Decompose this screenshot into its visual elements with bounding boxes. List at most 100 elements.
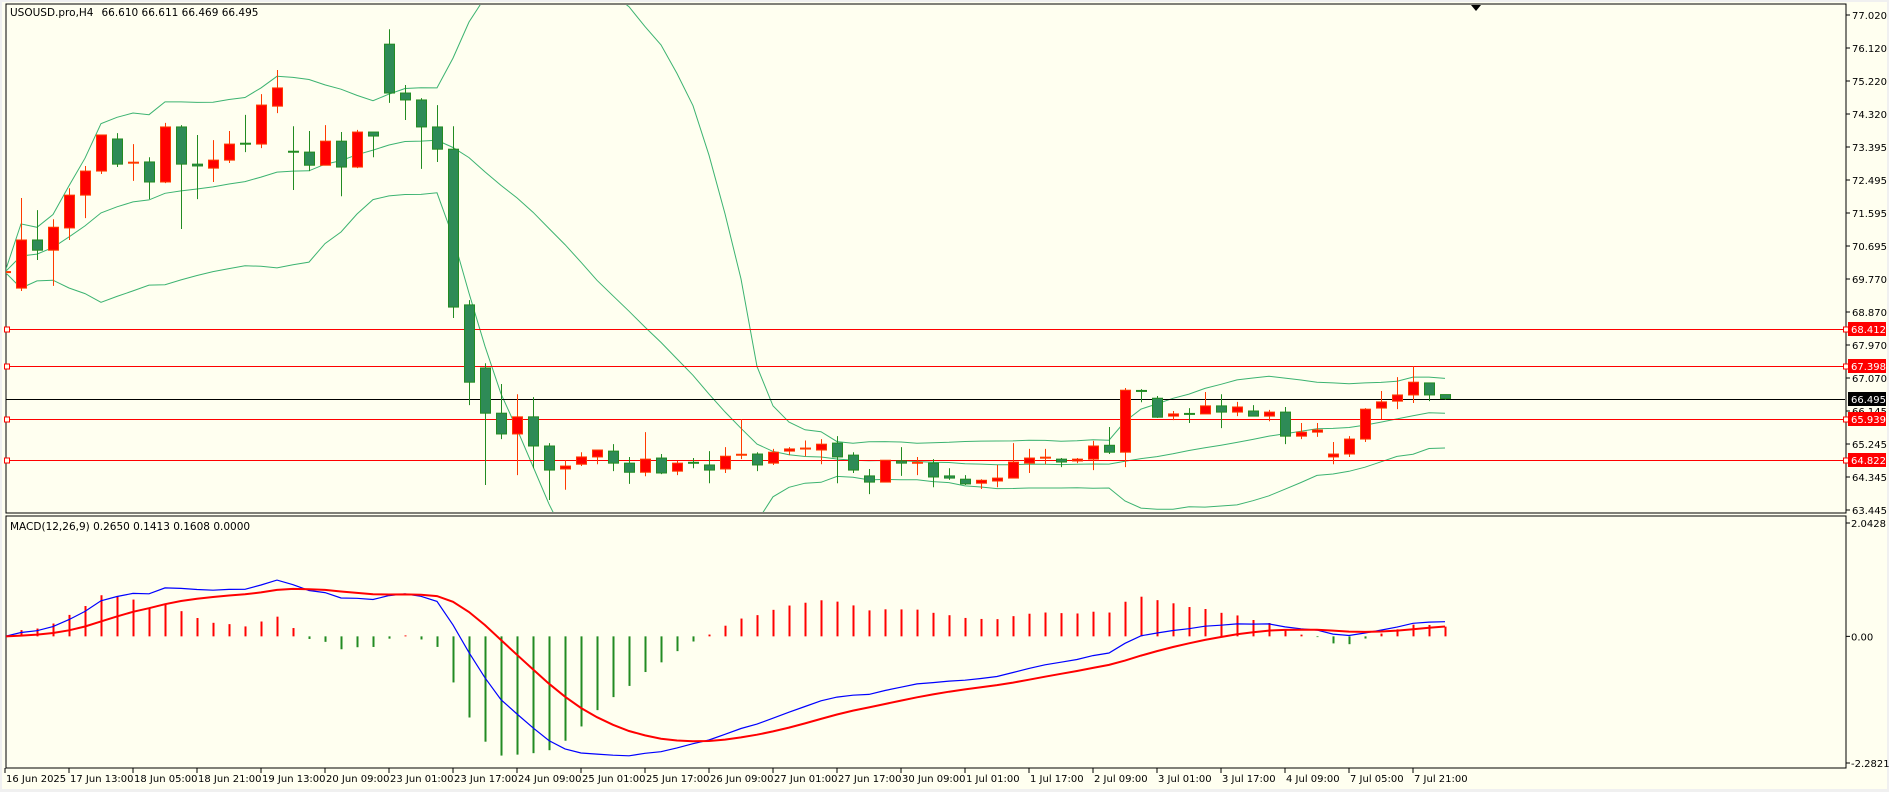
candle-body [1344, 438, 1355, 455]
candle-body [1440, 394, 1451, 400]
candle-body [1088, 445, 1099, 460]
candle-body [496, 412, 507, 435]
candle [880, 459, 891, 483]
level-handle-right[interactable] [1843, 326, 1849, 333]
candle [1360, 408, 1371, 442]
time-tick-label: 7 Jul 21:00 [1414, 774, 1468, 785]
candle-body [768, 451, 779, 464]
candle-body [640, 458, 651, 473]
time-tick-label: 20 Jun 09:00 [326, 774, 390, 785]
candle-body [928, 462, 939, 478]
candle-body [592, 449, 603, 458]
candle-body [352, 131, 363, 168]
time-tick-label: 3 Jul 17:00 [1222, 774, 1276, 785]
macd-label: MACD(12,26,9) 0.2650 0.1413 0.1608 0.000… [10, 521, 250, 533]
candle-body [976, 479, 987, 484]
price-level-label: 66.495 [1851, 395, 1886, 406]
time-tick-label: 2 Jul 09:00 [1094, 774, 1148, 785]
time-tick-label: 25 Jun 17:00 [646, 774, 710, 785]
candle-body [368, 131, 379, 137]
candle-body [896, 460, 907, 464]
candle-body [1392, 394, 1403, 402]
price-tick-label: 65.245 [1852, 440, 1887, 451]
time-tick-label: 24 Jun 09:00 [518, 774, 582, 785]
candle [352, 129, 363, 169]
time-tick-label: 26 Jun 09:00 [710, 774, 774, 785]
price-tick-label: 72.495 [1852, 176, 1887, 187]
candle-body [336, 140, 347, 168]
symbol-header: USOUSD.pro,H4 66.610 66.611 66.469 66.495 [10, 7, 258, 19]
trading-chart[interactable]: 77.020 76.120 75.220 74.320 73.395 72.495 71.5… [0, 0, 1889, 792]
candle [1440, 394, 1451, 400]
price-tick-label: 77.020 [1852, 11, 1887, 22]
candle-body [848, 454, 859, 471]
candle-body [112, 138, 123, 165]
candle-body [1296, 431, 1307, 437]
candle-body [176, 126, 187, 165]
candle-body [464, 304, 475, 383]
candle-body [576, 456, 587, 465]
candle-body [544, 445, 555, 471]
price-tick-label: 67.970 [1852, 341, 1887, 352]
time-tick-label: 7 Jul 05:00 [1350, 774, 1404, 785]
candle-body [784, 448, 795, 452]
candle-body [32, 239, 43, 251]
candle-body [1312, 429, 1323, 433]
level-handle-left[interactable] [4, 363, 10, 370]
time-tick-label: 16 Jun 2025 [6, 774, 66, 785]
candle-body [1008, 461, 1019, 479]
time-tick-label: 27 Jun 01:00 [774, 774, 838, 785]
main-pane[interactable] [5, 3, 1847, 514]
candle-body [64, 194, 75, 229]
candle-body [1216, 405, 1227, 413]
time-tick-label: 25 Jun 01:00 [582, 774, 646, 785]
candle-body [992, 477, 1003, 482]
level-handle-right[interactable] [1843, 363, 1849, 370]
candle-body [1248, 410, 1259, 417]
price-tick-label: 71.595 [1852, 209, 1887, 220]
candle [160, 122, 171, 184]
candle-body [944, 475, 955, 479]
macd-pane[interactable] [5, 515, 1847, 769]
time-tick-label: 23 Jun 01:00 [390, 774, 454, 785]
candle-body [624, 462, 635, 473]
candle-body [960, 478, 971, 485]
candle-body [1104, 444, 1115, 453]
price-level-label: 68.412 [1851, 325, 1886, 336]
candle-body [672, 462, 683, 472]
price-tick-label: 70.695 [1852, 242, 1887, 253]
price-tick-label: 63.445 [1852, 506, 1887, 517]
candle-body [512, 416, 523, 435]
candle-body [1024, 457, 1035, 464]
time-tick-label: 27 Jun 17:00 [838, 774, 902, 785]
time-tick-label: 3 Jul 01:00 [1158, 774, 1212, 785]
level-handle-left[interactable] [4, 326, 10, 333]
candle-body [864, 475, 875, 483]
candle-body [432, 126, 443, 150]
candle-body [1120, 389, 1131, 453]
level-handle-right[interactable] [1843, 457, 1849, 464]
level-handle-right[interactable] [1843, 416, 1849, 423]
candle-body [1056, 458, 1067, 463]
macd-tick-label: 0.00 [1851, 632, 1873, 643]
candle-body [608, 450, 619, 464]
time-tick-label: 18 Jun 05:00 [134, 774, 198, 785]
price-tick-label: 69.770 [1852, 275, 1887, 286]
candle-body [720, 455, 731, 470]
candle-body [320, 140, 331, 166]
candle-body [304, 151, 315, 166]
level-handle-left[interactable] [4, 416, 10, 423]
candle-body [528, 416, 539, 447]
candle-body [1152, 397, 1163, 418]
price-tick-label: 74.320 [1852, 110, 1887, 121]
candle-body [384, 43, 395, 94]
candle-body [416, 99, 427, 128]
time-tick-label: 18 Jun 21:00 [198, 774, 262, 785]
candle-body [144, 161, 155, 183]
level-handle-left[interactable] [4, 457, 10, 464]
time-tick-label: 30 Jun 09:00 [902, 774, 966, 785]
candle-body [1360, 408, 1371, 440]
candle-body [16, 239, 27, 289]
candle-body [160, 126, 171, 183]
candle-body [96, 134, 107, 172]
